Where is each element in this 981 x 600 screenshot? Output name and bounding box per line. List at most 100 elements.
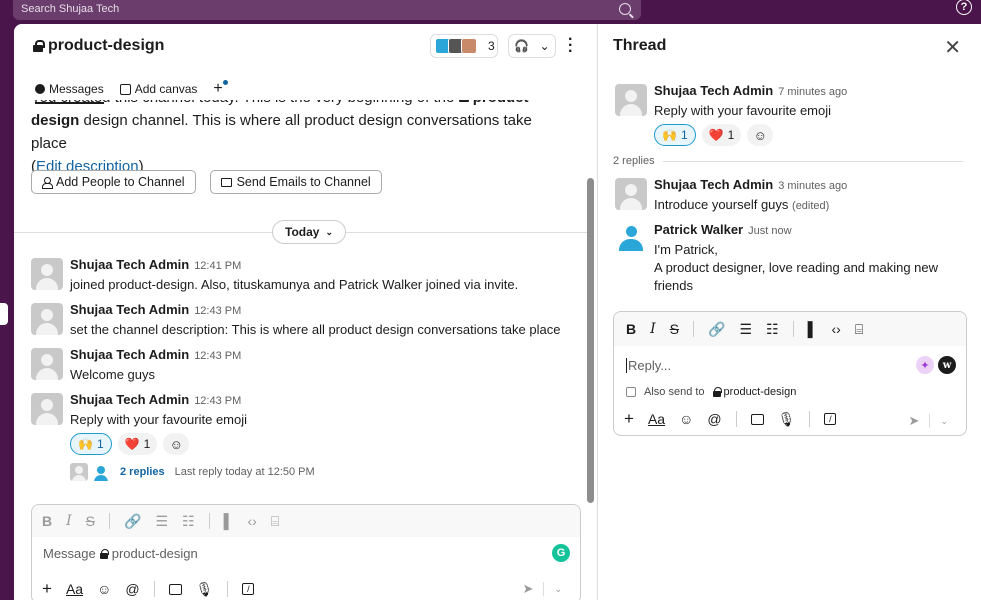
- reaction-raised-hands[interactable]: 🙌 1: [654, 124, 696, 146]
- channel-title[interactable]: product-design: [33, 37, 164, 55]
- send-emails-button[interactable]: Send Emails to Channel: [209, 170, 382, 194]
- code-icon[interactable]: ‹›: [247, 513, 256, 529]
- huddle-button[interactable]: 🎧 ⌄: [508, 34, 556, 58]
- grammarly-icon[interactable]: G: [552, 544, 570, 562]
- bulleted-list-icon[interactable]: ☷: [766, 321, 779, 338]
- link-icon[interactable]: 🔗: [124, 513, 141, 530]
- message-item[interactable]: Shujaa Tech Admin 12:43 PM Welcome guys: [31, 346, 571, 384]
- microphone-icon[interactable]: 🎙: [196, 581, 214, 598]
- message-item[interactable]: Shujaa Tech Admin 12:41 PM joined product…: [31, 256, 571, 294]
- members-button[interactable]: 3: [430, 34, 498, 58]
- search-bar[interactable]: Search Shujaa Tech: [13, 0, 641, 20]
- replies-link[interactable]: 2 replies: [120, 466, 165, 478]
- italic-icon[interactable]: I: [650, 321, 656, 337]
- avatar[interactable]: [615, 84, 647, 116]
- message-item[interactable]: Shujaa Tech Admin 12:43 PM Reply with you…: [31, 391, 571, 481]
- strikethrough-icon[interactable]: S: [86, 513, 95, 529]
- reaction-raised-hands[interactable]: 🙌 1: [70, 433, 112, 455]
- shortcuts-icon[interactable]: /: [824, 413, 837, 425]
- avatar[interactable]: [31, 258, 63, 290]
- chevron-down-icon[interactable]: ⌄: [540, 39, 550, 53]
- microphone-icon[interactable]: 🎙: [778, 411, 796, 428]
- search-icon: [619, 3, 631, 15]
- italic-icon[interactable]: I: [66, 513, 72, 529]
- mention-icon[interactable]: @: [707, 411, 721, 427]
- message-item[interactable]: Shujaa Tech Admin 12:43 PM set the channe…: [31, 301, 571, 339]
- code-block-icon[interactable]: ⌸: [855, 321, 863, 338]
- send-icon[interactable]: ➤: [523, 581, 534, 597]
- chevron-down-icon[interactable]: ⌄: [554, 584, 562, 595]
- plus-icon[interactable]: +: [624, 409, 634, 429]
- thread-parent-message[interactable]: Shujaa Tech Admin 7 minutes ago Reply wit…: [615, 82, 965, 146]
- bold-icon[interactable]: B: [42, 513, 52, 529]
- close-icon[interactable]: ✕: [944, 35, 961, 60]
- message-time[interactable]: 12:41 PM: [194, 260, 241, 272]
- also-send-checkbox[interactable]: [626, 387, 636, 397]
- message-text: set the channel description: This is whe…: [70, 322, 561, 337]
- message-time[interactable]: 12:43 PM: [194, 350, 241, 362]
- also-send-option[interactable]: Also send to product-design: [614, 386, 966, 398]
- channel-scrollbar[interactable]: [587, 178, 594, 503]
- add-people-button[interactable]: Add People to Channel: [31, 170, 196, 194]
- sidebar-resize-handle[interactable]: [0, 303, 8, 325]
- message-time[interactable]: 12:43 PM: [194, 395, 241, 407]
- day-label: Today: [285, 225, 320, 239]
- blockquote-icon[interactable]: ▌: [224, 513, 234, 529]
- blockquote-icon[interactable]: ▌: [808, 321, 818, 337]
- video-icon[interactable]: [750, 413, 764, 425]
- bulleted-list-icon[interactable]: ☷: [182, 513, 195, 530]
- ai-sparkle-icon[interactable]: ✦: [916, 356, 934, 374]
- message-time[interactable]: Just now: [748, 225, 791, 237]
- shortcuts-icon[interactable]: /: [242, 583, 255, 595]
- day-jump-button[interactable]: Today ⌄: [272, 220, 346, 244]
- code-icon[interactable]: ‹›: [831, 321, 840, 337]
- chevron-down-icon[interactable]: ⌄: [940, 416, 948, 427]
- thread-reply[interactable]: Patrick Walker Just now I'm Patrick, A pr…: [615, 221, 965, 295]
- message-author[interactable]: Shujaa Tech Admin: [70, 392, 189, 407]
- message-author[interactable]: Shujaa Tech Admin: [654, 177, 773, 192]
- add-reaction-icon[interactable]: ☺: [163, 433, 190, 455]
- text-format-icon[interactable]: Aa: [66, 581, 83, 597]
- writer-icon[interactable]: w: [938, 356, 956, 374]
- link-icon[interactable]: 🔗: [708, 321, 725, 338]
- message-author[interactable]: Shujaa Tech Admin: [70, 347, 189, 362]
- reply-input[interactable]: Reply... ✦ w: [614, 346, 966, 384]
- reaction-heart[interactable]: ❤️ 1: [701, 124, 742, 146]
- message-author[interactable]: Shujaa Tech Admin: [70, 302, 189, 317]
- message-input[interactable]: Message product-design G: [32, 537, 580, 570]
- message-author[interactable]: Shujaa Tech Admin: [70, 257, 189, 272]
- tab-messages[interactable]: Messages: [35, 82, 104, 104]
- emoji-icon[interactable]: ☺: [97, 581, 111, 597]
- bold-icon[interactable]: B: [626, 321, 636, 337]
- message-author[interactable]: Shujaa Tech Admin: [654, 83, 773, 98]
- code-block-icon[interactable]: ⌸: [271, 513, 279, 530]
- thread-replies-summary[interactable]: 2 replies Last reply today at 12:50 PM: [70, 463, 571, 481]
- avatar[interactable]: [31, 303, 63, 335]
- emoji-icon[interactable]: ☺: [679, 411, 693, 427]
- reply-composer: B I S 🔗 ☰ ☷ ▌ ‹› ⌸ Reply... ✦ w Also sen…: [613, 311, 967, 436]
- avatar[interactable]: [31, 348, 63, 380]
- message-time[interactable]: 3 minutes ago: [778, 180, 847, 192]
- help-icon[interactable]: ?: [956, 0, 972, 15]
- mention-icon[interactable]: @: [125, 581, 139, 597]
- ordered-list-icon[interactable]: ☰: [739, 321, 752, 338]
- message-time[interactable]: 7 minutes ago: [778, 86, 847, 98]
- video-icon[interactable]: [168, 583, 182, 595]
- text-format-icon[interactable]: Aa: [648, 411, 665, 427]
- message-time[interactable]: 12:43 PM: [194, 305, 241, 317]
- channel-name: product-design: [48, 37, 165, 54]
- ordered-list-icon[interactable]: ☰: [155, 513, 168, 530]
- message-author[interactable]: Patrick Walker: [654, 222, 743, 237]
- thread-reply[interactable]: Shujaa Tech Admin 3 minutes ago Introduce…: [615, 176, 965, 215]
- add-reaction-icon[interactable]: ☺: [747, 124, 774, 146]
- reaction-heart[interactable]: ❤️ 1: [117, 433, 158, 455]
- avatar[interactable]: [615, 223, 647, 255]
- tab-add-canvas[interactable]: Add canvas: [119, 82, 197, 96]
- add-tab-plus-icon[interactable]: +: [213, 80, 229, 98]
- send-icon[interactable]: ➤: [909, 413, 920, 429]
- plus-icon[interactable]: +: [42, 579, 52, 599]
- avatar[interactable]: [31, 393, 63, 425]
- strikethrough-icon[interactable]: S: [670, 321, 679, 337]
- avatar[interactable]: [615, 178, 647, 210]
- more-options-icon[interactable]: · · ·: [568, 32, 573, 60]
